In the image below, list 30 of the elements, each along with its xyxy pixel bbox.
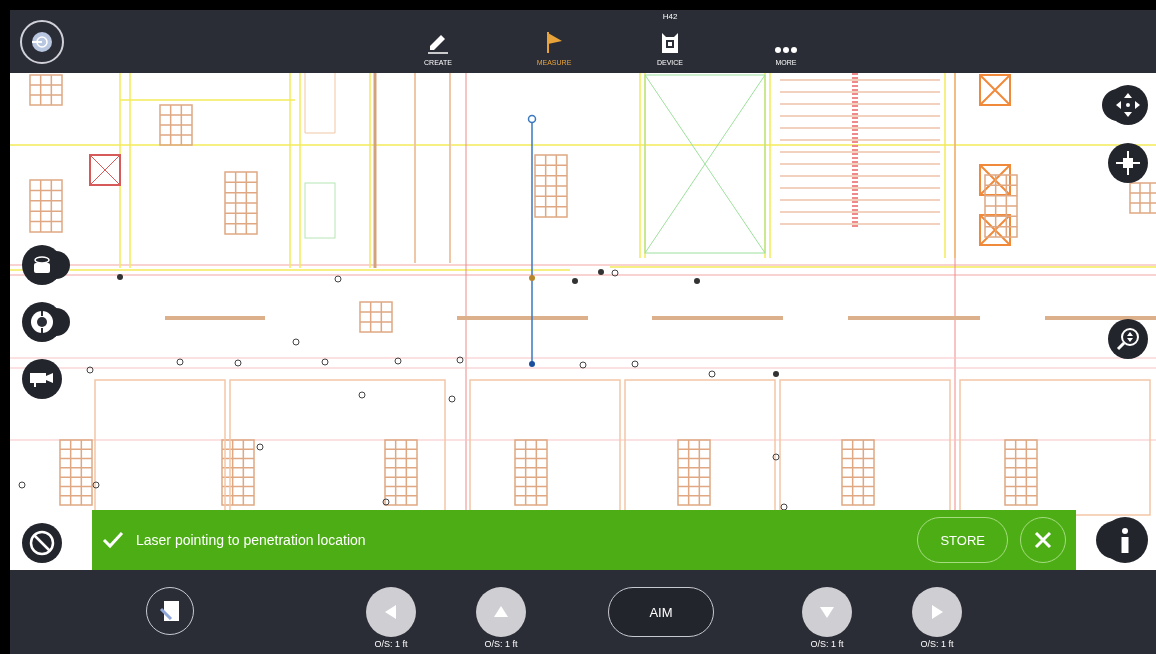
nudge-button[interactable] (476, 587, 526, 637)
close-icon (1034, 531, 1052, 549)
prohibited-icon (29, 530, 55, 556)
device-code-label: H42 (662, 12, 678, 21)
nudge-button[interactable] (802, 587, 852, 637)
status-message: Laser pointing to penetration location (136, 532, 367, 548)
aim-button[interactable]: AIM (608, 587, 714, 637)
move-icon (1115, 92, 1141, 118)
cancel-button[interactable] (22, 523, 62, 563)
nudge-button[interactable] (912, 587, 962, 637)
video-camera-icon (29, 370, 55, 388)
target-icon (31, 30, 53, 53)
pencil-icon (426, 32, 450, 54)
offset-label: O/S: 1 ft (484, 639, 518, 649)
video-camera-button[interactable] (22, 359, 62, 399)
target-icon (30, 310, 54, 334)
home-button[interactable] (20, 19, 64, 64)
nudge-button[interactable] (366, 587, 416, 637)
more-icon (774, 46, 798, 54)
offset-label: O/S: 1 ft (810, 639, 844, 649)
checkmark-icon (102, 531, 124, 549)
note-icon (159, 599, 181, 623)
device-icon (660, 32, 680, 54)
offset-label: O/S: 1 ft (374, 639, 408, 649)
crosshair-button[interactable] (1108, 143, 1148, 183)
crosshair-icon (1115, 150, 1141, 176)
info-icon (1120, 527, 1130, 553)
zoom-button[interactable] (1108, 319, 1148, 359)
offset-label: O/S: 1 ft (920, 639, 954, 649)
magnifier-icon (1116, 327, 1140, 351)
